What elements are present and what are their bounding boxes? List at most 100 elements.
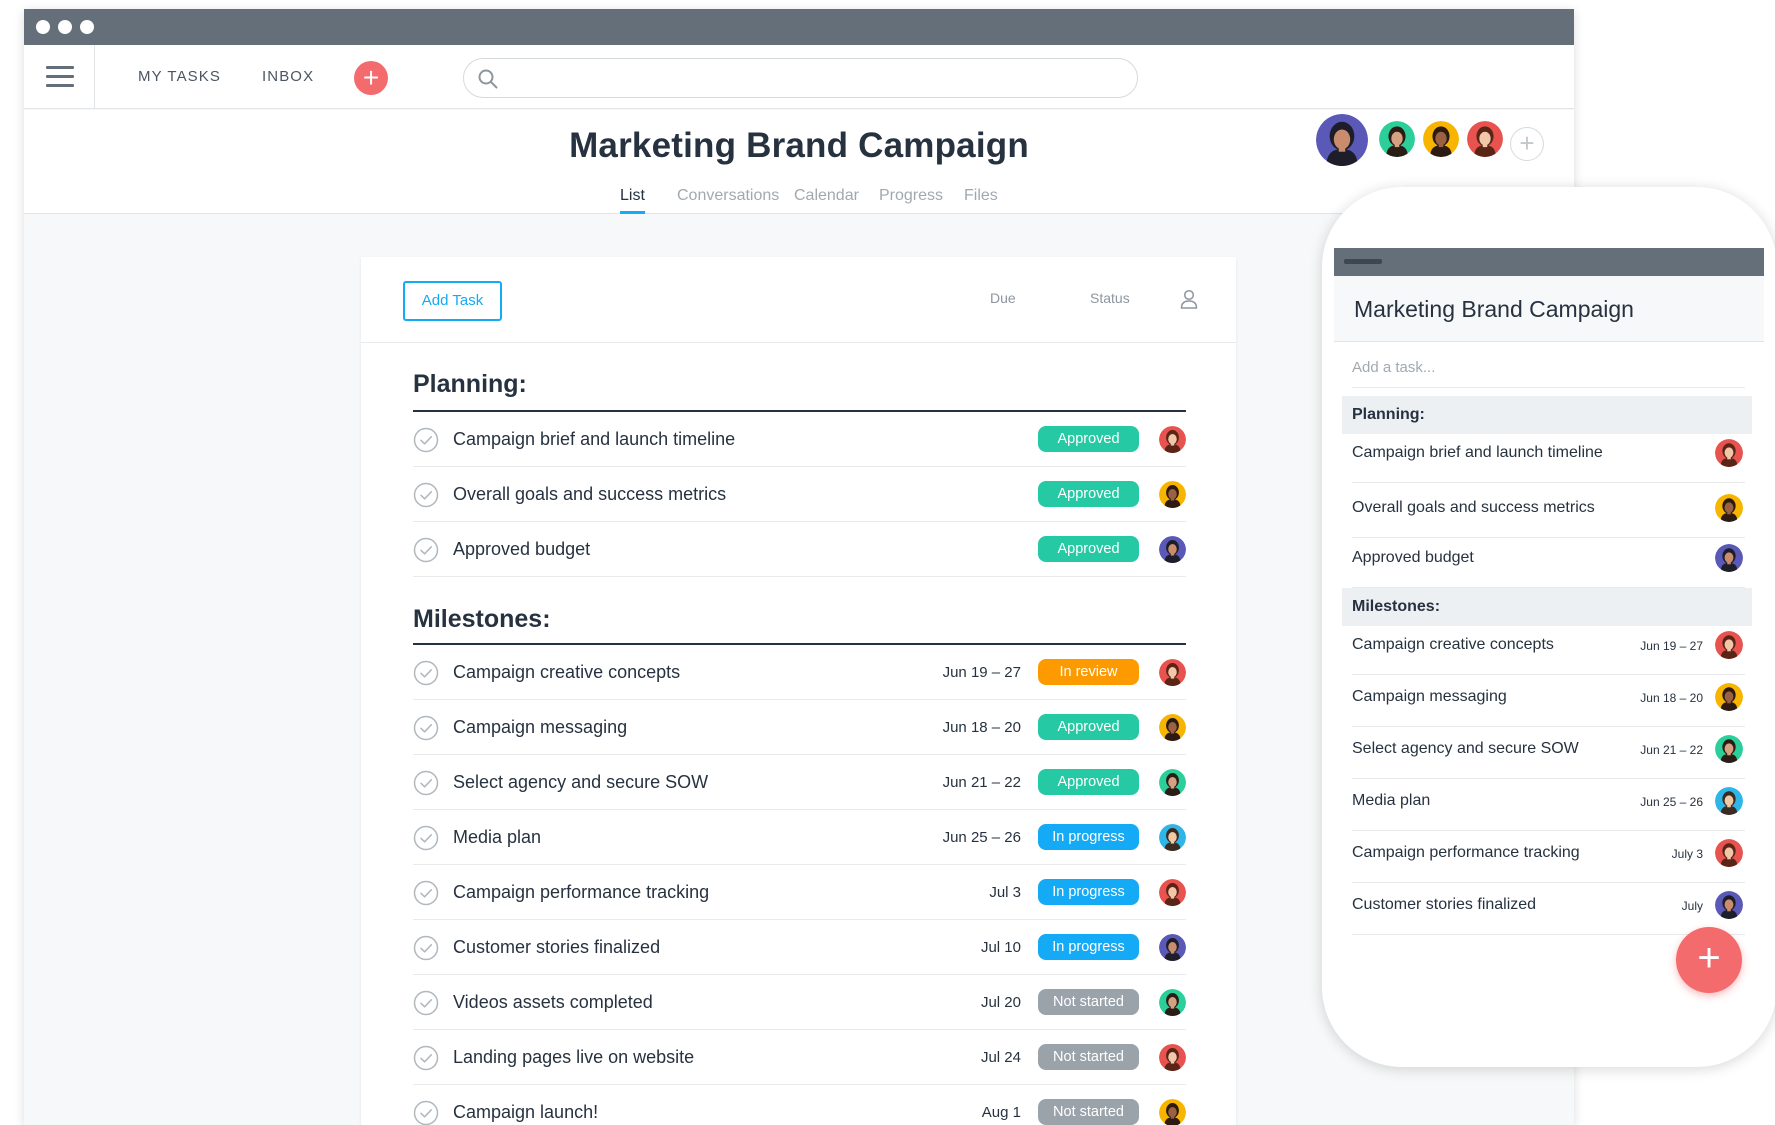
task-name[interactable]: Campaign messaging <box>453 717 627 738</box>
task-row[interactable]: Campaign launch! Aug 1 Not started <box>413 1085 1186 1125</box>
search-input[interactable] <box>504 67 1124 89</box>
task-due-date[interactable]: Jun 19 – 27 <box>943 664 1021 681</box>
section-title[interactable]: Milestones: <box>413 605 551 634</box>
complete-check-icon[interactable] <box>413 770 439 796</box>
mobile-assignee-avatar[interactable] <box>1715 787 1743 815</box>
mobile-add-fab-button[interactable]: + <box>1676 927 1742 993</box>
project-member-avatar[interactable] <box>1423 121 1459 157</box>
task-row[interactable]: Campaign brief and launch timeline Approv… <box>413 412 1186 467</box>
task-due-date[interactable]: Jul 3 <box>989 884 1021 901</box>
window-minimize-dot[interactable] <box>58 20 72 34</box>
assignee-avatar[interactable] <box>1159 659 1186 686</box>
mobile-task-row[interactable]: Approved budget <box>1352 530 1745 588</box>
complete-check-icon[interactable] <box>413 1100 439 1125</box>
status-column-header[interactable]: Status <box>1090 290 1130 306</box>
assignee-avatar[interactable] <box>1159 1099 1186 1125</box>
status-badge[interactable]: Approved <box>1038 536 1139 562</box>
task-row[interactable]: Campaign creative concepts Jun 19 – 27 In … <box>413 645 1186 700</box>
task-row[interactable]: Customer stories finalized Jul 10 In progr… <box>413 920 1186 975</box>
status-badge[interactable]: In progress <box>1038 824 1139 850</box>
task-due-date[interactable]: Aug 1 <box>982 1104 1021 1121</box>
task-name[interactable]: Campaign brief and launch timeline <box>453 429 735 450</box>
task-due-date[interactable]: Jun 25 – 26 <box>943 829 1021 846</box>
assignee-avatar[interactable] <box>1159 824 1186 851</box>
assignee-avatar[interactable] <box>1159 989 1186 1016</box>
tab-conversations[interactable]: Conversations <box>677 187 779 205</box>
assignee-column-icon[interactable] <box>1180 289 1198 309</box>
task-name[interactable]: Customer stories finalized <box>453 937 660 958</box>
task-row[interactable]: Videos assets completed Jul 20 Not started <box>413 975 1186 1030</box>
search-bar[interactable] <box>463 58 1138 98</box>
complete-check-icon[interactable] <box>413 1045 439 1071</box>
task-due-date[interactable]: Jun 21 – 22 <box>943 774 1021 791</box>
task-due-date[interactable]: Jun 18 – 20 <box>943 719 1021 736</box>
section-title[interactable]: Planning: <box>413 370 527 399</box>
mobile-assignee-avatar[interactable] <box>1715 439 1743 467</box>
task-due-date[interactable]: Jul 10 <box>981 939 1021 956</box>
assignee-avatar[interactable] <box>1159 426 1186 453</box>
mobile-task-row[interactable]: Campaign brief and launch timeline <box>1352 425 1745 483</box>
status-badge[interactable]: Not started <box>1038 1099 1139 1125</box>
status-badge[interactable]: In progress <box>1038 934 1139 960</box>
task-name[interactable]: Videos assets completed <box>453 992 653 1013</box>
project-member-avatar[interactable] <box>1467 121 1503 157</box>
status-badge[interactable]: Not started <box>1038 1044 1139 1070</box>
assignee-avatar[interactable] <box>1159 481 1186 508</box>
status-badge[interactable]: Approved <box>1038 481 1139 507</box>
complete-check-icon[interactable] <box>413 427 439 453</box>
task-name[interactable]: Select agency and secure SOW <box>453 772 708 793</box>
complete-check-icon[interactable] <box>413 482 439 508</box>
mobile-task-row[interactable]: Campaign messaging Jun 18 – 20 <box>1352 669 1745 727</box>
tab-calendar[interactable]: Calendar <box>794 187 859 205</box>
task-name[interactable]: Campaign launch! <box>453 1102 598 1123</box>
task-name[interactable]: Media plan <box>453 827 541 848</box>
task-name[interactable]: Campaign performance tracking <box>453 882 709 903</box>
inbox-link[interactable]: INBOX <box>262 68 314 85</box>
mobile-task-row[interactable]: Customer stories finalized July <box>1352 877 1745 935</box>
complete-check-icon[interactable] <box>413 660 439 686</box>
task-name[interactable]: Overall goals and success metrics <box>453 484 726 505</box>
mobile-task-row[interactable]: Campaign performance tracking July 3 <box>1352 825 1745 883</box>
task-row[interactable]: Overall goals and success metrics Approve… <box>413 467 1186 522</box>
add-member-button[interactable]: + <box>1510 127 1544 161</box>
task-row[interactable]: Media plan Jun 25 – 26 In progress <box>413 810 1186 865</box>
assignee-avatar[interactable] <box>1159 1044 1186 1071</box>
status-badge[interactable]: Approved <box>1038 426 1139 452</box>
assignee-avatar[interactable] <box>1159 714 1186 741</box>
mobile-assignee-avatar[interactable] <box>1715 891 1743 919</box>
task-due-date[interactable]: Jul 24 <box>981 1049 1021 1066</box>
tab-progress[interactable]: Progress <box>879 187 943 205</box>
task-name[interactable]: Campaign creative concepts <box>453 662 680 683</box>
status-badge[interactable]: Approved <box>1038 714 1139 740</box>
mobile-task-row[interactable]: Select agency and secure SOW Jun 21 – 22 <box>1352 721 1745 779</box>
task-row[interactable]: Approved budget Approved <box>413 522 1186 577</box>
task-name[interactable]: Landing pages live on website <box>453 1047 694 1068</box>
mobile-add-task-input[interactable]: Add a task... <box>1352 352 1745 388</box>
complete-check-icon[interactable] <box>413 935 439 961</box>
mobile-task-row[interactable]: Campaign creative concepts Jun 19 – 27 <box>1352 617 1745 675</box>
quick-add-button[interactable]: + <box>354 61 388 95</box>
assignee-avatar[interactable] <box>1159 879 1186 906</box>
task-due-date[interactable]: Jul 20 <box>981 994 1021 1011</box>
status-badge[interactable]: In review <box>1038 659 1139 685</box>
add-task-button[interactable]: Add Task <box>403 281 502 321</box>
mobile-assignee-avatar[interactable] <box>1715 839 1743 867</box>
tab-list[interactable]: List <box>620 187 645 214</box>
task-name[interactable]: Approved budget <box>453 539 590 560</box>
status-badge[interactable]: In progress <box>1038 879 1139 905</box>
project-member-avatar[interactable] <box>1379 121 1415 157</box>
complete-check-icon[interactable] <box>413 715 439 741</box>
complete-check-icon[interactable] <box>413 537 439 563</box>
complete-check-icon[interactable] <box>413 990 439 1016</box>
assignee-avatar[interactable] <box>1159 934 1186 961</box>
status-badge[interactable]: Not started <box>1038 989 1139 1015</box>
mobile-assignee-avatar[interactable] <box>1715 683 1743 711</box>
assignee-avatar[interactable] <box>1159 536 1186 563</box>
task-row[interactable]: Campaign messaging Jun 18 – 20 Approved <box>413 700 1186 755</box>
mobile-assignee-avatar[interactable] <box>1715 631 1743 659</box>
status-badge[interactable]: Approved <box>1038 769 1139 795</box>
task-row[interactable]: Campaign performance tracking Jul 3 In pro… <box>413 865 1186 920</box>
complete-check-icon[interactable] <box>413 825 439 851</box>
mobile-assignee-avatar[interactable] <box>1715 544 1743 572</box>
my-tasks-link[interactable]: MY TASKS <box>138 68 221 85</box>
